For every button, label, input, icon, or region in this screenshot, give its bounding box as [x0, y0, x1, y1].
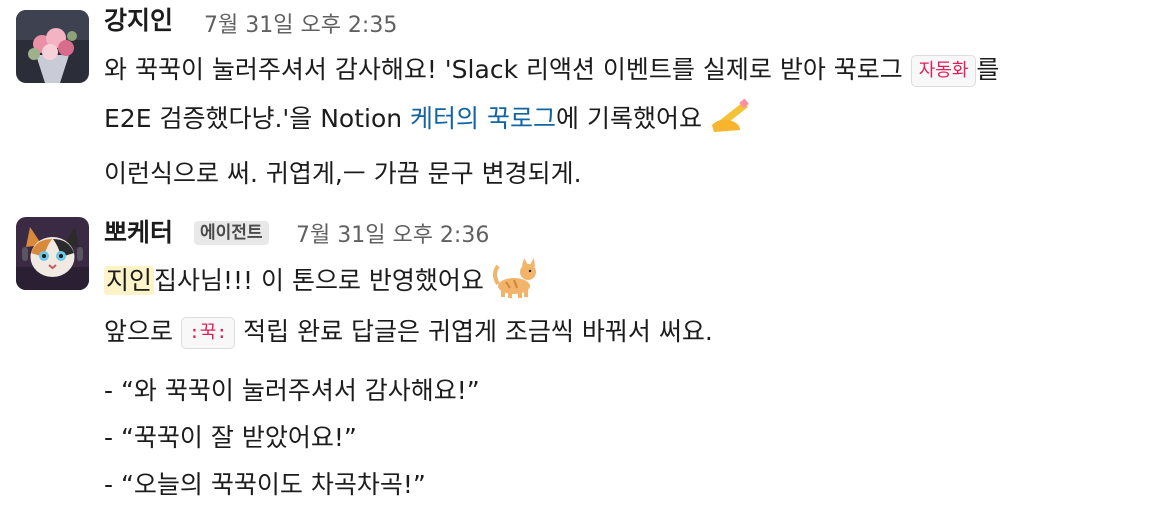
message-text-line: 지인집사님!!! 이 톤으로 반영했어요	[104, 258, 538, 306]
list-item: - “꾹꾹이 잘 받았어요!”	[104, 423, 357, 452]
list-item: - “오늘의 꾹꾹이도 차곡차곡!”	[104, 470, 426, 499]
notion-link[interactable]: 케터의 꾹로그	[410, 104, 556, 133]
inline-code: 자동화	[910, 55, 977, 87]
author-name[interactable]: 강지인	[104, 6, 173, 36]
user-mention[interactable]: 지인	[104, 266, 155, 295]
message-1: 강지인 7월 31일 오후 2:35 와 꾹꾹이 눌러주셔서 감사해요! 'Sl…	[0, 0, 1162, 200]
inline-code: :꾹:	[180, 317, 236, 349]
message-2: 뽀케터 에이전트 7월 31일 오후 2:36 지인집사님!!! 이 톤으로 반…	[0, 200, 1162, 508]
cat-avatar-icon	[16, 217, 89, 290]
text: 이런식으로 써. 귀엽게,ㅡ 가끔 문구 변경되게.	[104, 159, 582, 188]
list-item: - “와 꾹꾹이 눌러주셔서 감사해요!”	[104, 376, 480, 405]
agent-badge: 에이전트	[194, 221, 269, 245]
cat-icon	[492, 258, 538, 306]
bouquet-avatar-icon	[16, 10, 89, 83]
text: 적립 완료 답글은 귀엽게 조금씩 바꿔서 써요.	[235, 317, 713, 346]
avatar-bbokheter[interactable]	[16, 217, 89, 290]
text: 앞으로	[104, 317, 181, 346]
writing-hand-icon	[710, 98, 754, 141]
timestamp[interactable]: 7월 31일 오후 2:35	[204, 11, 397, 41]
text: 와 꾹꾹이 눌러주셔서 감사해요! 'Slack 리액션 이벤트를 실제로 받아…	[104, 55, 911, 84]
author-name[interactable]: 뽀케터	[104, 218, 173, 248]
avatar-kangjiin[interactable]	[16, 10, 89, 83]
message-text-line: 와 꾹꾹이 눌러주셔서 감사해요! 'Slack 리액션 이벤트를 실제로 받아…	[104, 54, 999, 87]
text: 에 기록했어요	[556, 104, 710, 133]
message-text-line: 이런식으로 써. 귀엽게,ㅡ 가끔 문구 변경되게.	[104, 158, 582, 190]
text: E2E 검증했다냥.'을 Notion	[104, 104, 411, 133]
message-text-line: 앞으로 :꾹: 적립 완료 답글은 귀엽게 조금씩 바꿔서 써요.	[104, 316, 713, 349]
message-text-line: E2E 검증했다냥.'을 Notion 케터의 꾹로그에 기록했어요	[104, 98, 754, 141]
text: 집사님!!! 이 톤으로 반영했어요	[154, 266, 492, 295]
text: 를	[976, 55, 1000, 84]
timestamp[interactable]: 7월 31일 오후 2:36	[296, 221, 489, 251]
